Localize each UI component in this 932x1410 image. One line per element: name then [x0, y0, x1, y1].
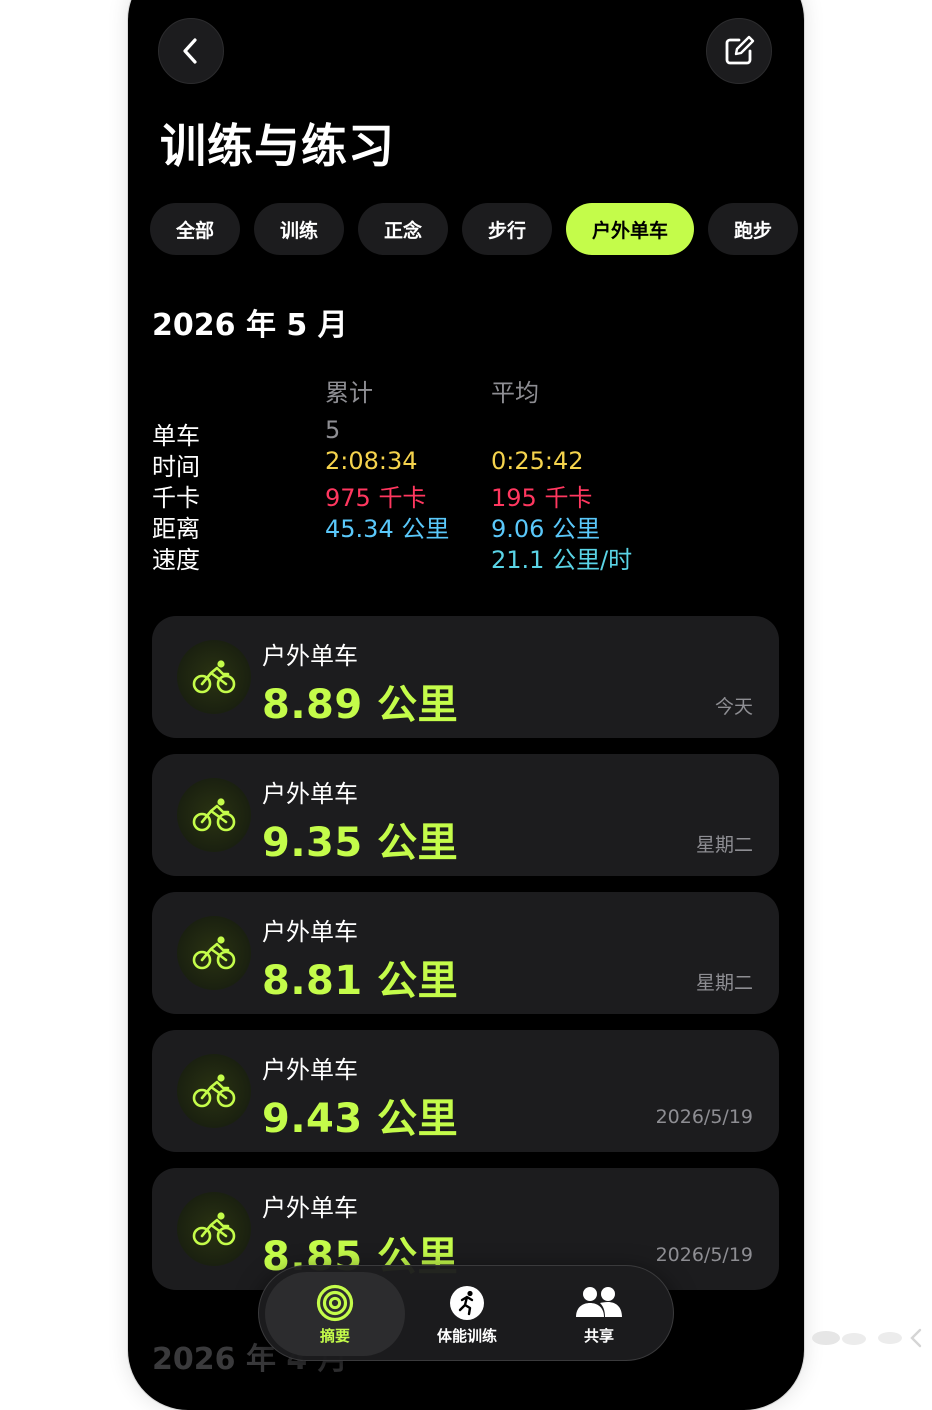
workout-distance: 9.35 公里	[262, 820, 459, 866]
workout-type: 户外单车	[262, 1194, 358, 1222]
edit-button[interactable]	[706, 18, 772, 84]
workout-distance: 8.81 公里	[262, 958, 459, 1004]
tab-fitness[interactable]: 体能训练	[397, 1272, 537, 1356]
filter-chip-training[interactable]: 训练	[254, 203, 344, 255]
average-column-header: 平均	[491, 379, 539, 407]
workout-type: 户外单车	[262, 1056, 358, 1084]
workout-date: 2026/5/19	[655, 1106, 753, 1128]
workout-card[interactable]: 户外单车 9.43 公里 2026/5/19	[152, 1030, 779, 1152]
activity-rings-icon	[316, 1283, 354, 1323]
workout-type: 户外单车	[262, 642, 358, 670]
workout-distance: 8.89 公里	[262, 682, 459, 728]
tab-fitness-label: 体能训练	[436, 1326, 497, 1345]
stat-total-rides: 5	[325, 416, 341, 444]
filter-chip-walking[interactable]: 步行	[462, 203, 552, 255]
stat-avg-speed: 21.1 公里/时	[491, 546, 633, 574]
stat-label-speed: 速度	[152, 546, 200, 574]
stat-label-distance: 距离	[152, 515, 200, 543]
stat-label-rides: 单车	[152, 422, 200, 450]
stat-avg-distance: 9.06 公里	[491, 515, 601, 543]
stat-avg-time: 0:25:42	[491, 447, 584, 475]
back-button[interactable]	[158, 18, 224, 84]
tab-summary[interactable]: 摘要	[265, 1272, 405, 1356]
stat-label-calories: 千卡	[152, 484, 200, 512]
workout-date: 星期二	[695, 972, 753, 994]
chevron-left-icon	[183, 38, 197, 64]
workout-type: 户外单车	[262, 780, 358, 808]
stat-avg-calories: 195 千卡	[491, 484, 593, 512]
workout-type: 户外单车	[262, 918, 358, 946]
stat-total-calories: 975 千卡	[325, 484, 427, 512]
page-title: 训练与练习	[160, 119, 395, 173]
tab-summary-label: 摘要	[319, 1326, 350, 1345]
workout-card[interactable]: 户外单车 8.89 公里 今天	[152, 616, 779, 738]
fitness-icon	[448, 1283, 486, 1323]
filter-chip-outdoor-cycling[interactable]: 户外单车	[566, 203, 694, 255]
cycling-icon	[177, 1192, 251, 1266]
filter-chip-all[interactable]: 全部	[150, 203, 240, 255]
cycling-icon	[177, 778, 251, 852]
total-column-header: 累计	[325, 379, 373, 407]
cycling-icon	[177, 640, 251, 714]
phone-screen: 训练与练习 全部 训练 正念 步行 户外单车 跑步 2026 年 5 月 累计 …	[128, 0, 804, 1410]
workout-card[interactable]: 户外单车 8.81 公里 星期二	[152, 892, 779, 1014]
tab-sharing-label: 共享	[583, 1326, 614, 1345]
stat-total-time: 2:08:34	[325, 447, 418, 475]
filter-chip-mindfulness[interactable]: 正念	[358, 203, 448, 255]
workout-distance: 9.43 公里	[262, 1096, 459, 1142]
month-heading: 2026 年 5 月	[152, 308, 348, 343]
workout-card[interactable]: 户外单车 9.35 公里 星期二	[152, 754, 779, 876]
stat-label-time: 时间	[152, 453, 200, 481]
tab-bar: 摘要 体能训练 共享	[258, 1265, 674, 1361]
workout-date: 星期二	[695, 834, 753, 856]
sharing-icon	[574, 1283, 624, 1323]
cycling-icon	[177, 916, 251, 990]
cycling-icon	[177, 1054, 251, 1128]
workout-date: 今天	[714, 696, 753, 718]
compose-icon	[725, 35, 755, 65]
watermark-mark	[812, 1328, 922, 1348]
filter-chip-running[interactable]: 跑步	[708, 203, 798, 255]
workout-date: 2026/5/19	[655, 1244, 753, 1266]
tab-sharing[interactable]: 共享	[529, 1272, 669, 1356]
filter-chips: 全部 训练 正念 步行 户外单车 跑步	[150, 203, 798, 255]
stat-total-distance: 45.34 公里	[325, 515, 450, 543]
